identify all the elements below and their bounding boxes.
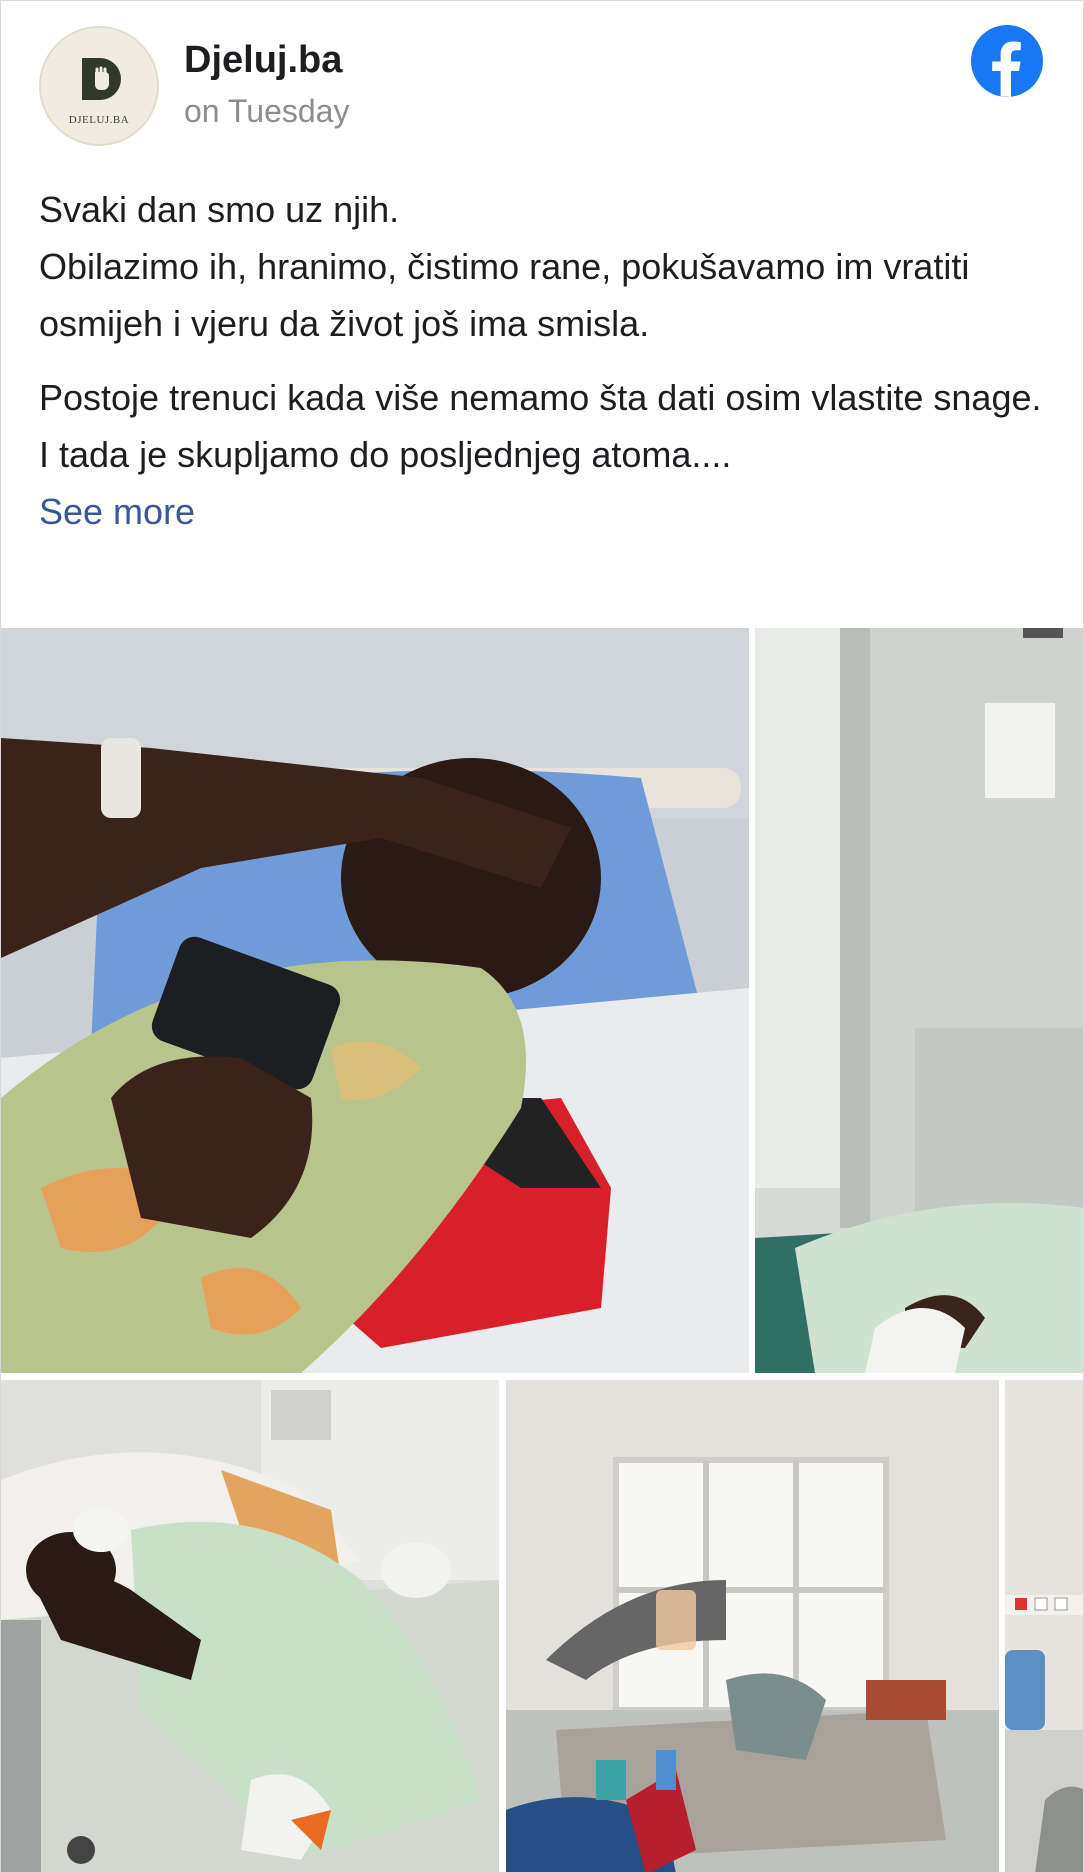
see-more-link[interactable]: See more	[39, 483, 195, 540]
post-timestamp[interactable]: on Tuesday	[184, 93, 349, 130]
text-line: Svaki dan smo uz njih.	[39, 189, 400, 230]
photo-image	[506, 1380, 999, 1872]
paragraph-1: Svaki dan smo uz njih. Obilazimo ih, hra…	[39, 181, 1049, 352]
photo-image	[1005, 1380, 1083, 1872]
post-header: DJELUJ.BA Djeluj.ba on Tuesday	[1, 1, 1083, 171]
text-line: I tada je skupljamo do posljednjeg atoma…	[39, 434, 732, 475]
facebook-icon[interactable]	[971, 25, 1043, 97]
post-body: Svaki dan smo uz njih. Obilazimo ih, hra…	[39, 181, 1049, 557]
photo-image	[1, 1380, 499, 1872]
text-line: Obilazimo ih, hranimo, čistimo rane, pok…	[39, 246, 970, 344]
photo-patient-lying-bandaged[interactable]	[1, 1380, 499, 1872]
page-name[interactable]: Djeluj.ba	[184, 39, 342, 82]
photo-hospital-door[interactable]	[755, 628, 1083, 1373]
paragraph-2: Postoje trenuci kada više nemamo šta dat…	[39, 369, 1049, 540]
photo-image	[755, 628, 1083, 1373]
photo-hospital-room-window[interactable]	[506, 1380, 999, 1872]
photo-image	[1, 628, 749, 1373]
logo-text: DJELUJ.BA	[68, 114, 130, 126]
text-line: Postoje trenuci kada više nemamo šta dat…	[39, 377, 1042, 418]
logo-mark-icon	[82, 58, 121, 100]
post-card: DJELUJ.BA Djeluj.ba on Tuesday Svaki dan…	[0, 0, 1084, 1873]
avatar[interactable]: DJELUJ.BA	[39, 26, 159, 146]
photo-hospital-room-partial[interactable]	[1005, 1380, 1083, 1872]
photo-patient-with-phone[interactable]	[1, 628, 749, 1373]
